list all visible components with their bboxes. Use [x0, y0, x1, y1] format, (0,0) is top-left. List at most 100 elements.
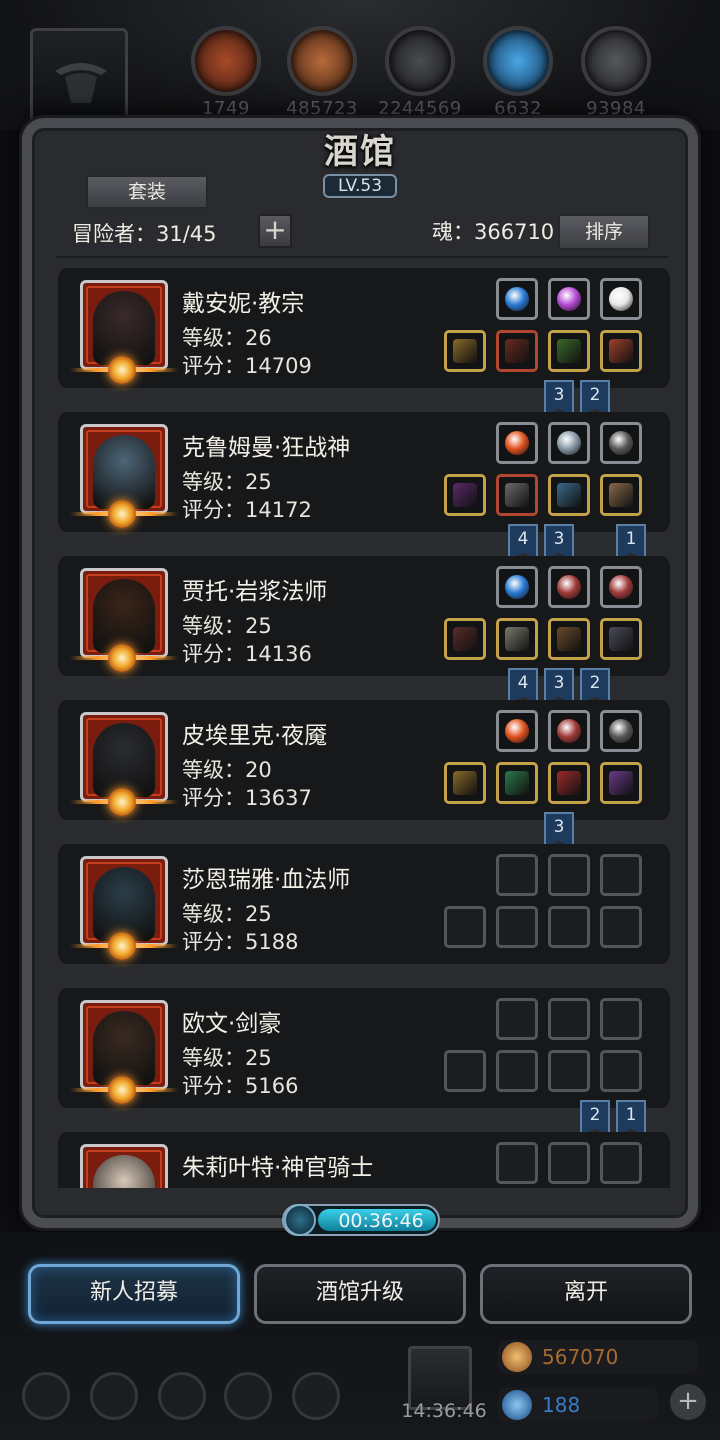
shield-icon[interactable]: [292, 1372, 340, 1420]
empty-equipment-slot[interactable]: [444, 906, 486, 948]
hero-level: 等级：20: [182, 758, 272, 782]
player-portrait[interactable]: [30, 28, 128, 126]
hero-card[interactable]: 莎恩瑞雅·血法师 等级：25 评分：5188: [58, 844, 670, 964]
equipment-slot[interactable]: [548, 762, 590, 804]
equipment-icon: [453, 627, 477, 651]
empty-gem-slot[interactable]: [548, 998, 590, 1040]
settings-icon[interactable]: [22, 1372, 70, 1420]
equipment-slot[interactable]: [600, 762, 642, 804]
set-button[interactable]: 套装: [86, 175, 208, 209]
gem-icon: [502, 1390, 532, 1420]
equipment-slot[interactable]: [548, 474, 590, 516]
empty-gem-slot[interactable]: [496, 1142, 538, 1184]
gem-slot[interactable]: [600, 422, 642, 464]
crystal-icon: [483, 26, 553, 96]
gem-slot[interactable]: [548, 278, 590, 320]
recruit-button[interactable]: 新人招募: [28, 1264, 240, 1324]
mail-icon[interactable]: [224, 1372, 272, 1420]
rank-flag: 3: [544, 524, 574, 560]
book-icon[interactable]: [158, 1372, 206, 1420]
hero-name: 皮埃里克·夜魇: [182, 723, 328, 749]
empty-equipment-slot[interactable]: [548, 1050, 590, 1092]
gem-slot[interactable]: [496, 278, 538, 320]
equipment-slot[interactable]: [600, 618, 642, 660]
hero-card[interactable]: 朱莉叶特·神官骑士: [58, 1132, 670, 1188]
equipment-slot[interactable]: [496, 762, 538, 804]
achievement-icon[interactable]: [90, 1372, 138, 1420]
equipment-slot[interactable]: [496, 330, 538, 372]
equipment-slot[interactable]: [444, 762, 486, 804]
gem-icon: [505, 719, 529, 743]
sort-button[interactable]: 排序: [558, 214, 650, 250]
gem-slot[interactable]: [600, 278, 642, 320]
hero-card[interactable]: 欧文·剑豪等级：25 评分：5166: [58, 988, 670, 1108]
gem-icon: [557, 575, 581, 599]
add-currency-button[interactable]: +: [670, 1384, 706, 1420]
equipment-slot[interactable]: [548, 618, 590, 660]
equipment-icon: [557, 339, 581, 363]
gem-slot[interactable]: [548, 710, 590, 752]
empty-gem-slot[interactable]: [496, 998, 538, 1040]
gem-slot[interactable]: [496, 566, 538, 608]
empty-gem-slot[interactable]: [548, 854, 590, 896]
hero-face: [93, 435, 155, 509]
hero-list[interactable]: 戴安妮·教宗 等级：26 评分：14709 3 2 克鲁姆曼·狂战神 等级：25 评分：141…: [58, 266, 670, 1188]
hero-name: 克鲁姆曼·狂战神: [182, 435, 351, 461]
gem-slot[interactable]: [600, 566, 642, 608]
equipment-slot[interactable]: [444, 474, 486, 516]
hero-avatar[interactable]: [80, 1144, 168, 1188]
gem-slot[interactable]: [548, 566, 590, 608]
rank-flag: 1: [616, 524, 646, 560]
equipment-slot[interactable]: [444, 330, 486, 372]
resource-iron[interactable]: 2244569: [378, 26, 462, 119]
gem-slot[interactable]: [496, 710, 538, 752]
equipment-slot[interactable]: [496, 474, 538, 516]
empty-gem-slot[interactable]: [600, 998, 642, 1040]
tavern-level-badge: LV.53: [323, 174, 397, 198]
iron-icon: [385, 26, 455, 96]
rank-flag: 3: [544, 668, 574, 704]
equipment-slot[interactable]: [496, 618, 538, 660]
resource-crystal[interactable]: 6632: [476, 26, 560, 119]
hero-score: 评分：5166: [182, 1074, 299, 1098]
gem-slot[interactable]: [548, 422, 590, 464]
empty-gem-slot[interactable]: [496, 854, 538, 896]
resource-meat[interactable]: 1749: [184, 26, 268, 119]
divider: [56, 256, 668, 258]
hero-level: 等级：25: [182, 1046, 272, 1070]
gold-icon: [502, 1342, 532, 1372]
equipment-slot[interactable]: [444, 618, 486, 660]
resource-stone[interactable]: 93984: [574, 26, 658, 119]
empty-equipment-slot[interactable]: [600, 906, 642, 948]
hero-card[interactable]: 克鲁姆曼·狂战神 等级：25 评分：14172: [58, 412, 670, 532]
empty-equipment-slot[interactable]: [444, 1050, 486, 1092]
adventurer-count: 冒险者：31/45: [72, 222, 217, 246]
leave-button[interactable]: 离开: [480, 1264, 692, 1324]
equipment-icon: [557, 771, 581, 795]
gem-slot[interactable]: [496, 422, 538, 464]
hero-card[interactable]: 戴安妮·教宗 等级：26 评分：14709: [58, 268, 670, 388]
rank-flag: 2: [580, 380, 610, 416]
equipment-slot[interactable]: [600, 474, 642, 516]
upgrade-tavern-button[interactable]: 酒馆升级: [254, 1264, 466, 1324]
empty-gem-slot[interactable]: [600, 1142, 642, 1184]
equipment-slot[interactable]: [600, 330, 642, 372]
add-slot-button[interactable]: +: [258, 214, 292, 248]
empty-equipment-slot[interactable]: [496, 1050, 538, 1092]
rank-emblem-icon: [108, 1076, 136, 1104]
hero-name: 欧文·剑豪: [182, 1011, 282, 1037]
resource-wood[interactable]: 485723: [280, 26, 364, 119]
empty-gem-slot[interactable]: [548, 1142, 590, 1184]
gem-slot[interactable]: [600, 710, 642, 752]
hero-card[interactable]: 皮埃里克·夜魇 等级：20 评分：13637: [58, 700, 670, 820]
equipment-icon: [505, 483, 529, 507]
empty-equipment-slot[interactable]: [548, 906, 590, 948]
empty-gem-slot[interactable]: [600, 854, 642, 896]
gold-counter: 567070: [498, 1340, 698, 1374]
empty-equipment-slot[interactable]: [600, 1050, 642, 1092]
empty-equipment-slot[interactable]: [496, 906, 538, 948]
hero-card[interactable]: 贾托·岩浆法师 等级：25 评分：14136: [58, 556, 670, 676]
equipment-slot[interactable]: [548, 330, 590, 372]
hero-name: 朱莉叶特·神官骑士: [182, 1155, 374, 1181]
rank-flag: 2: [580, 668, 610, 704]
